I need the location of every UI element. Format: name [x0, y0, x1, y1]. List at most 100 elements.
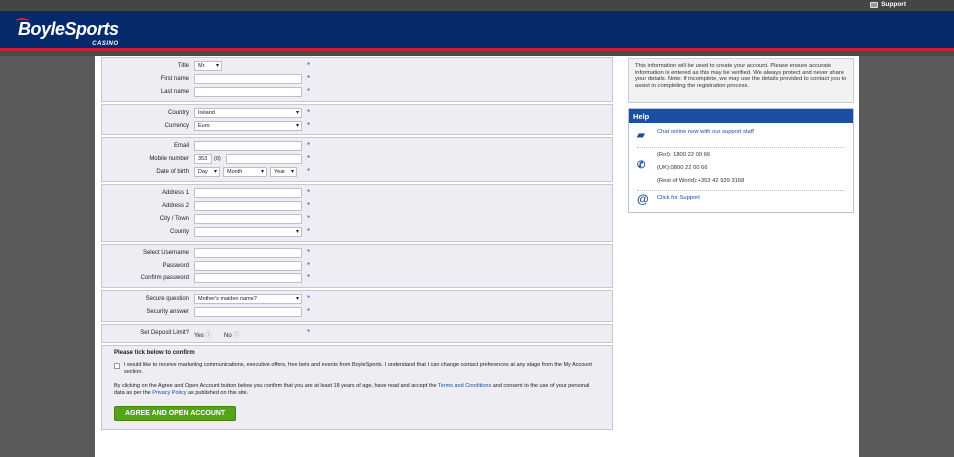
section-account: Select Username * Password * Confirm passwor…	[101, 243, 613, 289]
text-field[interactable]	[194, 307, 302, 318]
brand-logo[interactable]: BoyleSports CASINO	[15, 18, 119, 47]
row-security: Secure question Mother's maiden name? *	[102, 293, 612, 306]
required-star: *	[307, 226, 311, 236]
mobile-number-field[interactable]	[226, 154, 302, 165]
field-label: Currency	[164, 122, 189, 129]
deposit-no-option[interactable]: No ⓘ	[224, 330, 239, 339]
text-field[interactable]	[194, 86, 302, 97]
marketing-text: I would like to receive marketing commun…	[124, 362, 592, 376]
row-email: Email *	[102, 140, 612, 153]
section-personal: Title Mr. * First name * Last name *	[101, 57, 613, 102]
row-location: Country Ireland *	[102, 107, 612, 120]
required-star: *	[307, 273, 311, 283]
required-star: *	[307, 294, 311, 304]
dob-month-select[interactable]: Month	[223, 167, 267, 178]
field-label: Secure question	[145, 296, 189, 303]
select-field[interactable]: Mother's maiden name?	[194, 294, 302, 305]
field-label: Address 1	[161, 190, 189, 197]
field-label: Confirm password	[140, 275, 189, 282]
text-field[interactable]	[194, 260, 302, 271]
divider	[637, 147, 845, 148]
agree-open-account-button[interactable]: AGREE AND OPEN ACCOUNT	[114, 406, 237, 422]
text-field[interactable]	[194, 273, 302, 284]
select-field[interactable]: Mr.	[194, 61, 222, 71]
field-label: Last name	[160, 88, 189, 95]
registration-form: Title Mr. * First name * Last name * Country Ir…	[101, 57, 613, 432]
mobile-zero: (0)	[214, 156, 221, 163]
row-personal: Title Mr. *	[102, 60, 612, 73]
phone-roi: (RoI): 1800 22 00 66	[657, 152, 711, 158]
section-location: Country Ireland * Currency Euro *	[101, 103, 613, 136]
terms-link[interactable]: Terms and Conditions	[438, 383, 491, 389]
confirm-heading: Please tick below to confirm	[114, 350, 195, 357]
dob-year-select[interactable]: Year	[270, 167, 297, 178]
field-label: Country	[167, 109, 189, 116]
field-label: City / Town	[159, 215, 189, 222]
dob-label: Date of birth	[156, 169, 189, 176]
help-title: Help	[629, 109, 853, 123]
field-label: Title	[177, 63, 189, 69]
select-field[interactable]	[194, 226, 302, 237]
header	[0, 11, 954, 48]
section-security: Secure questionMother's maiden name?*Sec…	[101, 290, 613, 323]
info-icon: ⓘ	[233, 333, 240, 340]
row-location: Currency Euro *	[102, 120, 612, 133]
text-field[interactable]	[194, 247, 302, 258]
privacy-link[interactable]: Privacy Policy	[152, 390, 186, 396]
required-star: *	[307, 201, 311, 211]
row-security: Security answer *	[102, 306, 612, 319]
section-deposit: Set Deposit Limit? Yes ⓘ No ⓘ *	[101, 324, 613, 344]
required-star: *	[307, 328, 311, 338]
mobile-code-field[interactable]: 353	[194, 154, 212, 165]
field-label: First name	[160, 75, 189, 82]
support-link[interactable]: Support	[870, 1, 906, 8]
required-star: *	[307, 307, 311, 317]
required-star: *	[307, 213, 311, 223]
chat-link[interactable]: Chat online now with our support staff	[657, 129, 754, 135]
at-icon: @	[637, 192, 649, 206]
mobile-label: Mobile number	[149, 156, 189, 163]
dob-day-select[interactable]: Day	[194, 167, 220, 178]
field-label: Address 2	[161, 203, 189, 210]
info-box: This information will be used to create …	[628, 58, 854, 103]
required-star: *	[307, 167, 311, 177]
select-field[interactable]: Ireland	[194, 107, 302, 118]
row-address: City / Town *	[102, 213, 612, 226]
deposit-yes-label: Yes	[194, 333, 204, 340]
click-support-link[interactable]: Click for Support	[657, 195, 700, 201]
text-field[interactable]	[194, 73, 302, 84]
required-star: *	[307, 188, 311, 198]
field-label: Password	[162, 262, 189, 269]
required-star: *	[307, 120, 311, 130]
support-label: Support	[881, 1, 906, 8]
deposit-yes-option[interactable]: Yes ⓘ	[194, 330, 211, 339]
select-field[interactable]: Euro	[194, 120, 302, 131]
required-star: *	[307, 141, 311, 151]
row-deposit: Set Deposit Limit? Yes ⓘ No ⓘ *	[102, 327, 612, 340]
row-mobile: Mobile number 353 (0) *	[102, 153, 612, 166]
marketing-consent: I would like to receive marketing commun…	[114, 362, 600, 376]
help-panel: Help ▰ Chat online now with our support …	[628, 108, 854, 213]
row-address: Address 1 *	[102, 187, 612, 200]
row-address: Address 2 *	[102, 200, 612, 213]
required-star: *	[307, 154, 311, 164]
row-personal: First name *	[102, 73, 612, 86]
text-field[interactable]	[194, 201, 302, 212]
section-confirm: Please tick below to confirm I would lik…	[101, 345, 613, 431]
section-address: Address 1 * Address 2 * City / Town * County *	[101, 184, 613, 242]
disclaimer-text-c: as published on this site.	[186, 390, 249, 397]
text-field[interactable]	[194, 213, 302, 224]
required-star: *	[307, 260, 311, 270]
logo-swoosh	[15, 18, 29, 24]
divider	[637, 190, 845, 191]
required-star: *	[307, 107, 311, 117]
email-label: Email	[173, 143, 189, 150]
text-field[interactable]	[194, 188, 302, 199]
phone-row: (Rest of World):+353 42 939 3168	[657, 178, 745, 184]
disclaimer-text-a: By clicking on the Agree and Open Accoun…	[114, 383, 438, 390]
email-field[interactable]	[194, 141, 302, 152]
marketing-checkbox[interactable]	[114, 363, 120, 370]
required-star: *	[307, 247, 311, 257]
chat-bubble-icon: ▰	[637, 130, 645, 141]
deposit-no-label: No	[224, 333, 232, 340]
